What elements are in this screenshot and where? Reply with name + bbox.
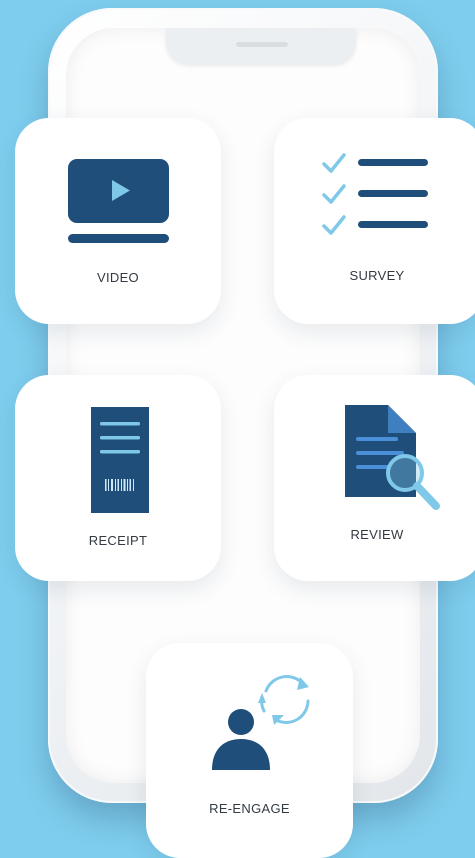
review-label: REVIEW xyxy=(350,527,404,542)
video-label: VIDEO xyxy=(97,270,139,285)
video-player-icon xyxy=(68,159,169,243)
video-card[interactable]: VIDEO xyxy=(15,118,221,324)
review-card[interactable]: REVIEW xyxy=(274,375,475,581)
document-search-icon xyxy=(345,405,440,510)
phone-notch xyxy=(166,28,356,64)
survey-label: SURVEY xyxy=(349,268,405,283)
receipt-card[interactable]: RECEIPT xyxy=(15,375,221,581)
user-refresh-icon xyxy=(212,675,310,770)
receipt-label: RECEIPT xyxy=(88,533,148,548)
phone-speaker xyxy=(236,42,288,47)
receipt-barcode-icon xyxy=(91,407,149,513)
checklist-icon xyxy=(322,153,428,235)
survey-card[interactable]: SURVEY xyxy=(274,118,475,324)
reengage-card[interactable]: RE-ENGAGE xyxy=(146,643,353,858)
reengage-label: RE-ENGAGE xyxy=(209,801,290,816)
